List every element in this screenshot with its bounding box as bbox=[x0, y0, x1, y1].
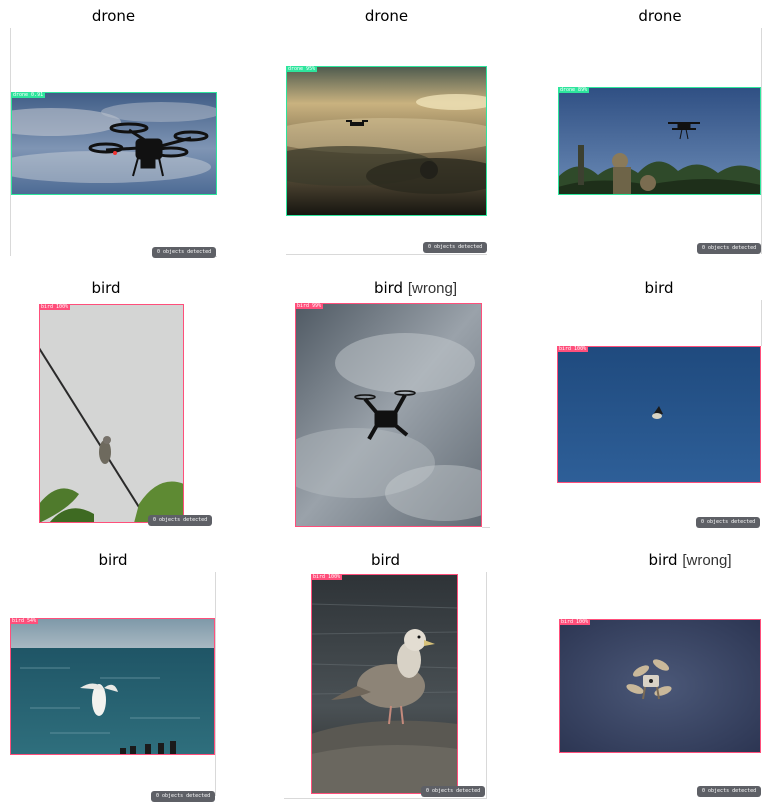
panel-title: bird [wrong] bbox=[648, 551, 732, 569]
bbox-label: drone 0.91 bbox=[11, 92, 46, 98]
bbox-label: drone 89% bbox=[558, 87, 590, 93]
bbox-label: bird 100% bbox=[557, 346, 589, 352]
panel-5: bird [wrong] bird 99% bbox=[294, 278, 491, 532]
drone-photo: bird 100% bbox=[559, 619, 761, 753]
panel-title: bird bbox=[98, 551, 128, 569]
panel-8: bird bird 100% 0 objects detected bbox=[284, 550, 487, 806]
detection-count-badge: 0 objects detected bbox=[421, 786, 486, 797]
canvas-edge bbox=[482, 527, 490, 528]
detection-count-badge: 0 objects detected bbox=[697, 786, 762, 797]
canvas-edge bbox=[761, 300, 762, 346]
panel-title: bird bbox=[370, 551, 401, 569]
bird-photo: bird 54% bbox=[10, 618, 215, 755]
canvas-edge bbox=[761, 28, 762, 254]
bird-bounding-box: bird 99% bbox=[295, 303, 482, 527]
bird-bounding-box: bird 54% bbox=[10, 618, 215, 755]
bird-bounding-box: bird 100% bbox=[559, 619, 761, 753]
wrong-prediction-tag: [wrong] bbox=[407, 280, 458, 297]
bird-bounding-box: bird 100% bbox=[39, 304, 184, 523]
detection-count-badge: 0 objects detected bbox=[697, 243, 762, 254]
panel-3: drone drone 89% 0 objects detected bbox=[558, 6, 762, 260]
panel-title: bird bbox=[644, 279, 674, 297]
bird-bounding-box: bird 100% bbox=[557, 346, 761, 483]
detection-count-badge: 0 objects detected bbox=[696, 517, 761, 528]
panel-title: bird [wrong] bbox=[373, 279, 458, 297]
drone-photo: drone 89% bbox=[558, 87, 761, 195]
bbox-label: bird 100% bbox=[39, 304, 71, 310]
panel-4: bird bird 100% 0 objects detected bbox=[38, 278, 214, 532]
canvas-edge bbox=[215, 572, 216, 796]
detection-count-badge: 0 objects detected bbox=[148, 515, 213, 526]
panel-title: drone bbox=[91, 7, 136, 25]
canvas-edge bbox=[486, 572, 487, 798]
wrong-prediction-tag: [wrong] bbox=[682, 552, 732, 569]
bird-bounding-box: bird 100% bbox=[311, 574, 458, 794]
bbox-label: bird 99% bbox=[295, 303, 324, 309]
detection-count-badge: 0 objects detected bbox=[423, 242, 488, 253]
canvas-edge bbox=[284, 798, 487, 799]
bbox-label: bird 54% bbox=[10, 618, 39, 624]
detection-count-badge: 0 objects detected bbox=[152, 247, 217, 258]
bird-photo: bird 100% bbox=[311, 574, 458, 794]
panel-2: drone drone 95% 0 objects detected bbox=[286, 6, 488, 260]
bbox-label: drone 95% bbox=[286, 66, 318, 72]
bbox-label: bird 100% bbox=[311, 574, 343, 580]
panel-6: bird bird 100% 0 objects detected bbox=[556, 278, 762, 532]
drone-bounding-box: drone 0.91 bbox=[11, 92, 217, 195]
canvas-edge bbox=[286, 254, 487, 255]
panel-7: bird bird 54% 0 objects detected bbox=[10, 550, 216, 806]
drone-photo: bird 99% bbox=[295, 303, 482, 527]
panel-title: drone bbox=[364, 7, 409, 25]
panel-title: drone bbox=[638, 7, 682, 25]
panel-title: bird bbox=[91, 279, 121, 297]
drone-photo: drone 0.91 bbox=[11, 92, 217, 195]
drone-photo: drone 95% bbox=[286, 66, 487, 216]
bird-photo: bird 100% bbox=[39, 304, 184, 523]
detection-count-badge: 0 objects detected bbox=[151, 791, 216, 802]
drone-bounding-box: drone 95% bbox=[286, 66, 487, 216]
bird-photo: bird 100% bbox=[557, 346, 761, 483]
panel-1: drone drone 0.91 0 objects detected bbox=[10, 6, 217, 260]
panel-9: bird [wrong] bird 100% 0 objects detecte… bbox=[558, 550, 762, 806]
drone-bounding-box: drone 89% bbox=[558, 87, 761, 195]
bbox-label: bird 100% bbox=[559, 619, 591, 625]
